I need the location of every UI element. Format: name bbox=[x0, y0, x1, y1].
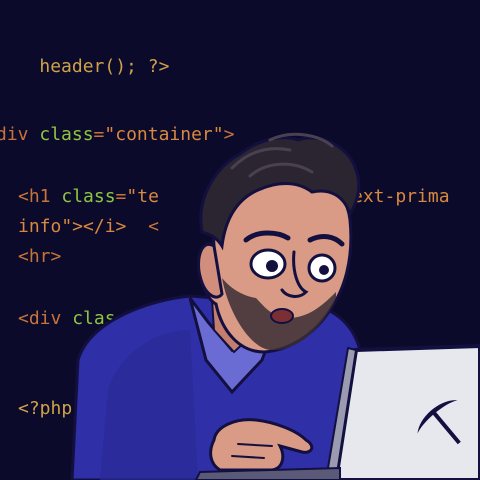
left-pupil bbox=[266, 260, 278, 272]
code-background-illustration: header(); ?> div class="container"> <h1 … bbox=[0, 0, 480, 480]
laptop bbox=[333, 343, 480, 480]
programmer-figure bbox=[70, 132, 480, 480]
right-pupil bbox=[319, 265, 329, 275]
mouth bbox=[270, 308, 294, 324]
